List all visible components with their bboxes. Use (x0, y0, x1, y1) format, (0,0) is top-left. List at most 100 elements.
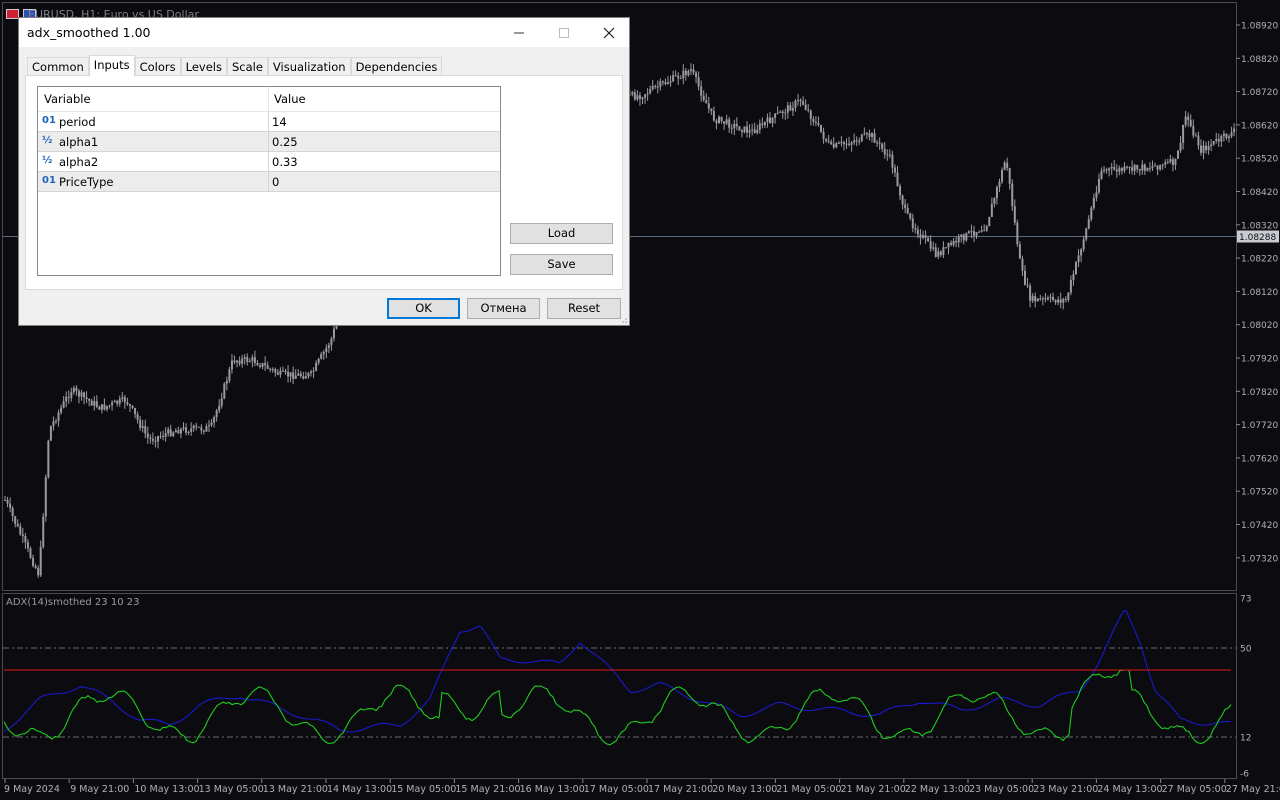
candle-body (1011, 183, 1014, 207)
table-row[interactable]: 01 PriceType 0 (38, 172, 500, 192)
candle-body (1075, 262, 1077, 275)
candle-body (906, 208, 909, 214)
candle-body (718, 116, 720, 123)
save-button[interactable]: Save (510, 254, 613, 275)
candle-body (934, 247, 937, 257)
candle-body (743, 126, 746, 133)
ok-button[interactable]: OK (387, 298, 460, 319)
price-tick-label: 1.08020 (1241, 321, 1278, 331)
candle-body (95, 401, 98, 407)
candle-body (725, 119, 728, 124)
candle-body (185, 427, 188, 433)
tab-dependencies[interactable]: Dependencies (350, 57, 443, 76)
candle-body (636, 95, 639, 100)
candle-body (236, 360, 239, 363)
candle-body (1062, 298, 1065, 303)
table-row[interactable]: ½ alpha2 0.33 (38, 152, 500, 172)
candle-body (200, 427, 203, 431)
candle-body (195, 425, 198, 427)
candle-body (1090, 207, 1093, 220)
candle-body (633, 92, 636, 100)
cancel-button[interactable]: Отмена (467, 298, 540, 319)
candle-body (886, 154, 889, 156)
candle-body (656, 86, 659, 88)
candle-body (269, 368, 272, 370)
price-tick-label: 1.07920 (1241, 355, 1278, 365)
candle-body (835, 143, 838, 148)
current-price-label: 1.08288 (1239, 233, 1276, 243)
param-value[interactable]: 0.33 (272, 155, 298, 169)
candle-body (868, 133, 871, 137)
candle-body (1024, 270, 1026, 285)
minimize-icon[interactable] (496, 18, 541, 47)
tab-inputs[interactable]: Inputs (88, 55, 135, 77)
candle-body (39, 546, 42, 576)
candle-body (24, 536, 27, 543)
candle-body (1166, 162, 1169, 164)
column-value[interactable]: Value (274, 92, 306, 106)
candle-body (804, 104, 807, 110)
candle-body (251, 357, 254, 361)
candle-body (1049, 296, 1052, 298)
param-value[interactable]: 0 (272, 175, 279, 189)
candle-body (49, 426, 52, 441)
price-tick-label: 1.08720 (1241, 88, 1278, 98)
reset-button[interactable]: Reset (547, 298, 621, 319)
resize-grip-icon[interactable] (620, 316, 628, 324)
dialog-titlebar[interactable]: adx_smoothed 1.00 (19, 18, 629, 47)
candle-body (302, 376, 305, 379)
price-tick-label: 1.07420 (1241, 521, 1278, 531)
close-icon[interactable] (586, 18, 631, 47)
tab-common[interactable]: Common (27, 57, 89, 76)
candle-body (1141, 164, 1144, 171)
table-row[interactable]: ½ alpha1 0.25 (38, 132, 500, 152)
candle-body (1003, 162, 1006, 170)
param-value[interactable]: 14 (272, 115, 287, 129)
candle-body (246, 356, 249, 362)
candle-body (1034, 296, 1037, 302)
price-tick-label: 1.07620 (1241, 454, 1278, 464)
tab-visualization[interactable]: Visualization (267, 57, 351, 76)
candle-body (1143, 164, 1146, 171)
candle-body (993, 198, 996, 204)
candle-body (16, 523, 19, 527)
candle-body (121, 397, 124, 399)
candle-body (174, 430, 177, 433)
candle-body (230, 360, 233, 370)
candle-body (9, 503, 12, 508)
candle-body (6, 499, 9, 504)
candle-body (1008, 167, 1011, 184)
param-value[interactable]: 0.25 (272, 135, 298, 149)
table-row[interactable]: 01 period 14 (38, 112, 500, 132)
time-tick-label: 16 May 13:00 (520, 784, 585, 795)
candle-body (850, 142, 853, 145)
price-tick-label: 1.07720 (1241, 421, 1278, 431)
time-tick-label: 9 May 2024 (4, 784, 60, 795)
candle-body (1136, 164, 1139, 170)
candle-body (638, 95, 641, 100)
tab-levels[interactable]: Levels (180, 57, 227, 76)
candle-body (771, 117, 774, 124)
tab-colors[interactable]: Colors (134, 57, 181, 76)
candle-body (735, 123, 738, 127)
time-tick-label: 15 May 05:00 (391, 784, 456, 795)
column-variable[interactable]: Variable (44, 92, 91, 106)
candle-body (1138, 169, 1141, 171)
candle-body (123, 397, 126, 403)
candle-body (944, 247, 947, 249)
candle-body (310, 371, 312, 373)
candle-body (888, 154, 891, 156)
candle-body (44, 477, 47, 517)
candle-body (1103, 169, 1106, 171)
tab-scale[interactable]: Scale (226, 57, 268, 76)
candle-body (962, 234, 965, 241)
candle-body (728, 119, 731, 128)
candle-body (1006, 162, 1009, 168)
candle-body (1187, 116, 1190, 121)
candle-body (876, 142, 879, 144)
candle-body (758, 123, 761, 130)
candle-body (88, 399, 91, 401)
param-name: PriceType (59, 175, 114, 189)
candle-body (899, 186, 902, 196)
load-button[interactable]: Load (510, 223, 613, 244)
